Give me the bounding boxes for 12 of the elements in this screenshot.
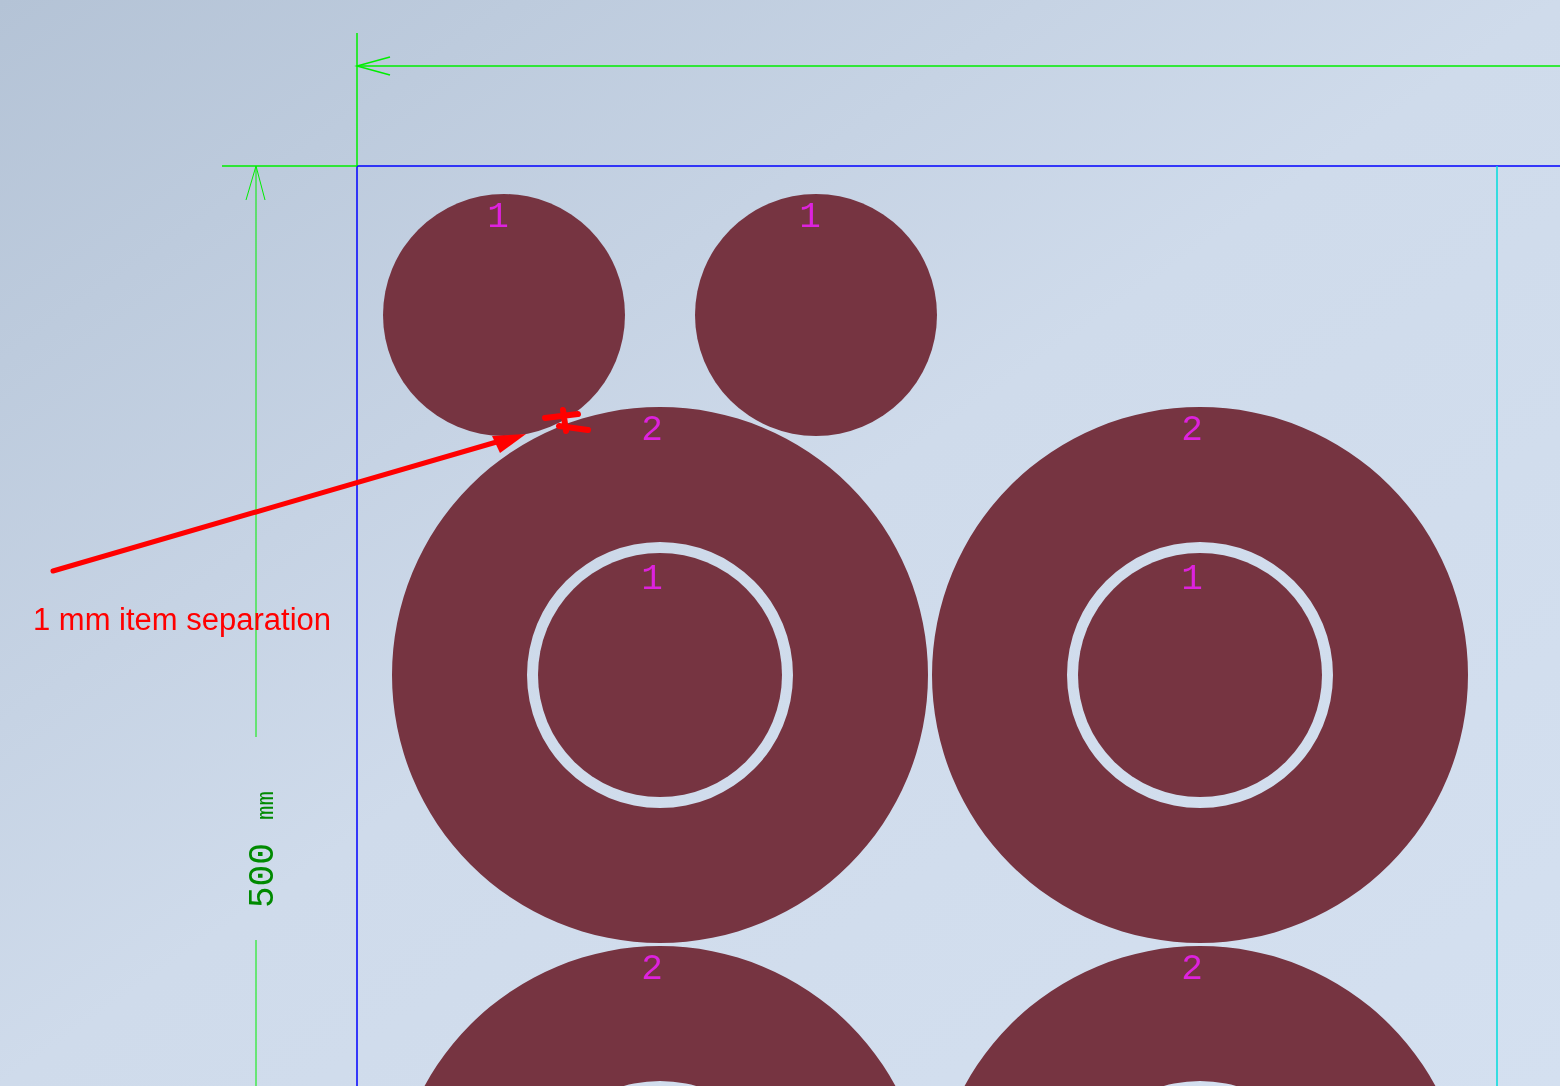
part-label: 1	[641, 559, 663, 600]
part-label: 1	[487, 197, 509, 238]
annotation-text: 1 mm item separation	[33, 602, 332, 638]
part-label: 1	[799, 197, 821, 238]
dimension-value: 500	[243, 843, 284, 908]
part-label: 2	[1181, 410, 1203, 451]
part-label: 2	[641, 410, 663, 451]
part-label: 2	[1181, 949, 1203, 990]
dimension-unit: mm	[253, 791, 280, 820]
part-label: 1	[1181, 559, 1203, 600]
cross-marker	[542, 407, 591, 434]
part-label: 2	[641, 949, 663, 990]
